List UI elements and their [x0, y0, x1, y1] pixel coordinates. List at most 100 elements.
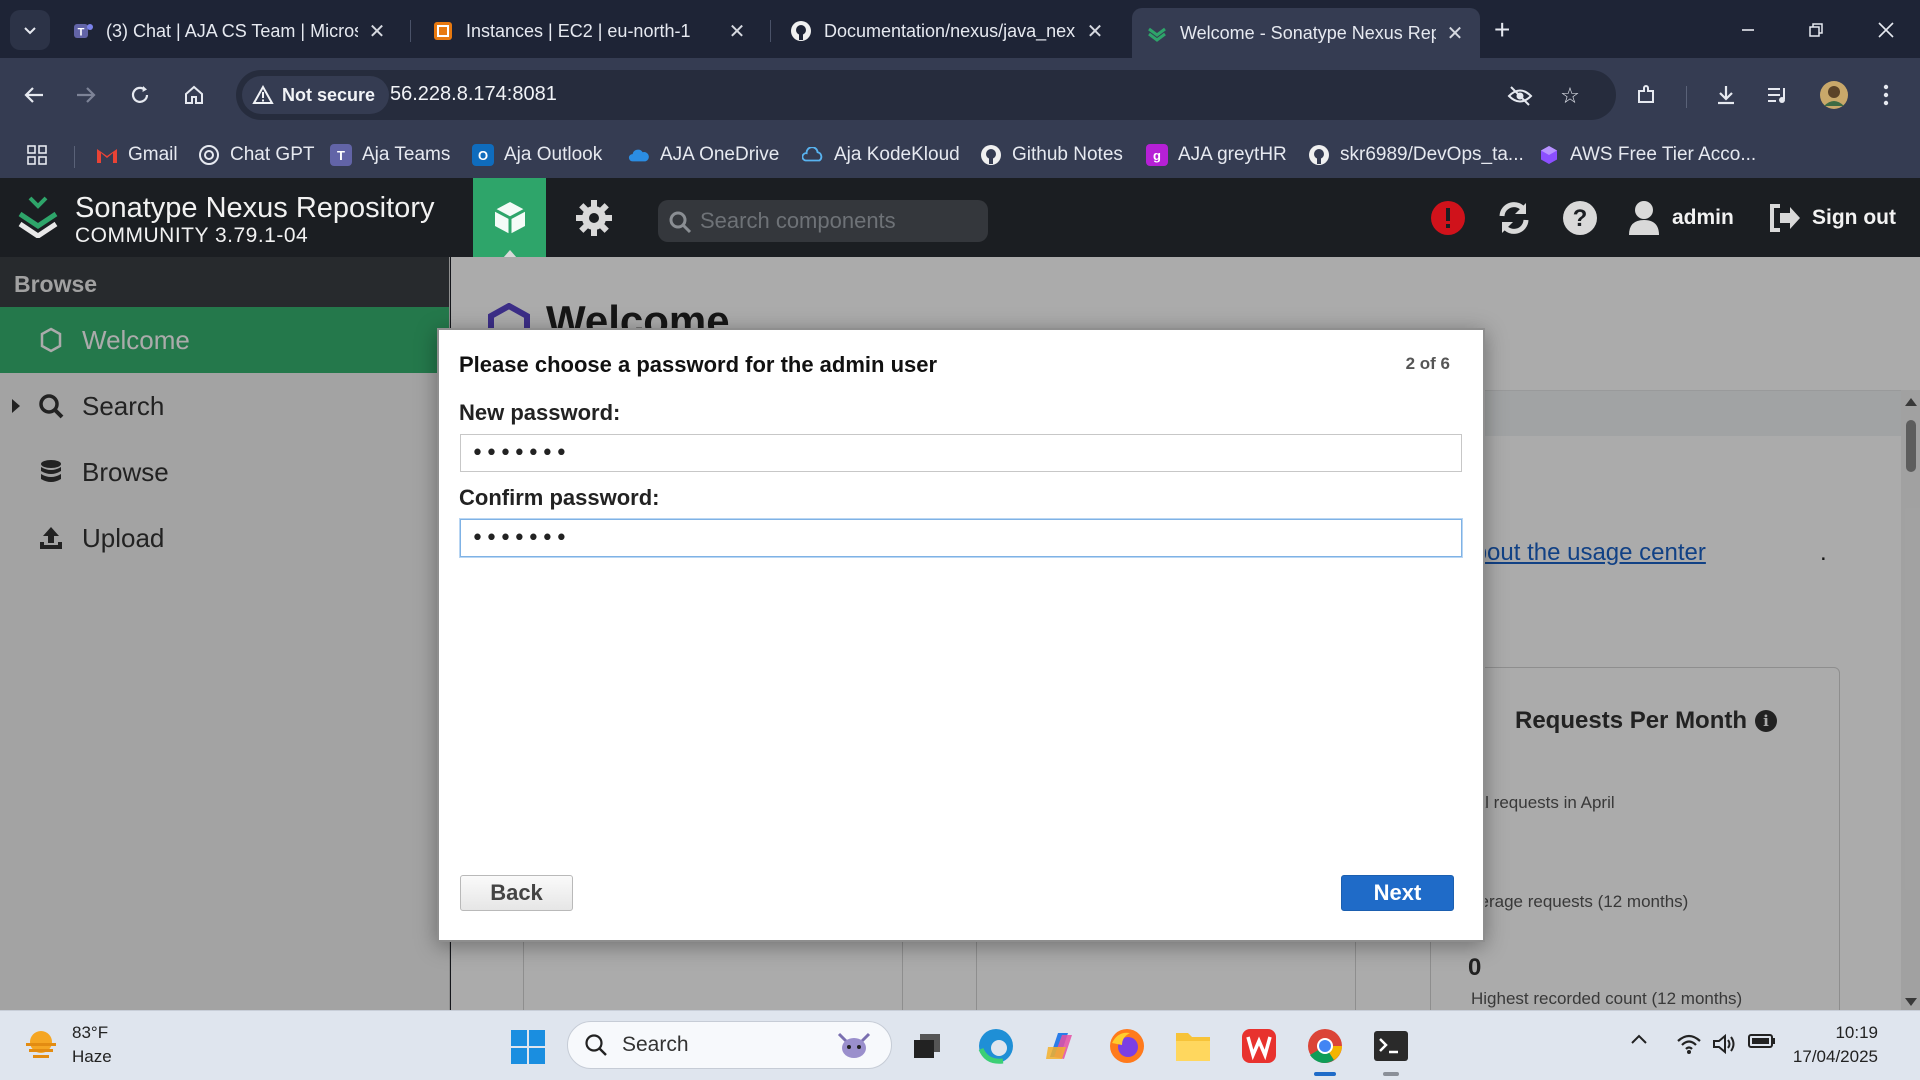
back-arrow-icon[interactable]: [14, 75, 54, 115]
tab-title: (3) Chat | AJA CS Team | Microso: [106, 20, 358, 41]
bookmark-devops-repo[interactable]: skr6989/DevOps_ta...: [1308, 140, 1524, 170]
task-view-icon[interactable]: [906, 1025, 948, 1067]
bookmark-label: AWS Free Tier Acco...: [1570, 144, 1757, 165]
search-highlight-icon: [837, 1032, 871, 1058]
new-password-label: New password:: [459, 400, 621, 425]
bookmark-github-notes[interactable]: Github Notes: [980, 140, 1123, 170]
svg-text:?: ?: [1573, 205, 1588, 232]
weather-temperature: 83°F: [72, 1023, 109, 1042]
wifi-icon[interactable]: [1676, 1033, 1702, 1055]
sign-out-label: Sign out: [1812, 206, 1896, 229]
confirm-password-label: Confirm password:: [459, 485, 660, 510]
component-search[interactable]: [658, 200, 988, 242]
tab-title: Welcome - Sonatype Nexus Rep: [1180, 22, 1436, 43]
bookmarks-bar: Gmail Chat GPT T Aja Teams O Aja Outlook…: [0, 132, 1920, 178]
browser-tab[interactable]: T (3) Chat | AJA CS Team | Microso ✕: [58, 10, 402, 52]
teams-icon: T: [330, 144, 352, 166]
github-icon: [1308, 144, 1330, 166]
terminal-icon[interactable]: [1370, 1025, 1412, 1076]
kodekloud-icon: [802, 144, 824, 166]
download-icon[interactable]: [1706, 75, 1746, 115]
eye-slash-icon[interactable]: [1506, 82, 1534, 110]
taskbar-search-placeholder: Search: [622, 1033, 689, 1056]
teams-icon: T: [72, 20, 94, 42]
sonatype-logo-icon: [18, 196, 58, 238]
star-icon[interactable]: ☆: [1556, 82, 1584, 110]
back-button[interactable]: Back: [460, 875, 573, 911]
confirm-password-field[interactable]: [460, 519, 1462, 557]
help-icon[interactable]: ?: [1560, 198, 1600, 238]
windows-taskbar: 83°F Haze Search 10:19 17/04/2025: [0, 1010, 1920, 1080]
product-edition: COMMUNITY 3.79.1-04: [75, 224, 309, 247]
close-icon[interactable]: ✕: [1084, 19, 1106, 44]
browser-tab-active[interactable]: Welcome - Sonatype Nexus Rep ✕: [1132, 8, 1480, 58]
bookmark-label: Chat GPT: [230, 144, 315, 165]
bookmark-label: AJA greytHR: [1178, 144, 1287, 165]
battery-icon[interactable]: [1748, 1033, 1776, 1049]
browser-tab[interactable]: Instances | EC2 | eu-north-1 ✕: [418, 10, 762, 52]
svg-text:T: T: [78, 27, 85, 39]
bookmark-aja-teams[interactable]: T Aja Teams: [330, 140, 450, 170]
file-explorer-icon[interactable]: [1172, 1025, 1214, 1067]
forward-arrow-icon[interactable]: [66, 75, 106, 115]
apps-grid-icon[interactable]: [26, 140, 48, 170]
bookmark-aja-kodekloud[interactable]: Aja KodeKloud: [802, 140, 960, 170]
sign-out-button[interactable]: Sign out: [1768, 198, 1896, 238]
profile-avatar[interactable]: [1814, 75, 1854, 115]
bookmark-aja-outlook[interactable]: O Aja Outlook: [472, 140, 602, 170]
aws-icon: [1538, 144, 1560, 166]
system-clock[interactable]: 10:19 17/04/2025: [1793, 1021, 1878, 1069]
search-components-input[interactable]: [700, 200, 980, 242]
volume-icon[interactable]: [1712, 1033, 1738, 1055]
bookmark-aja-onedrive[interactable]: AJA OneDrive: [628, 140, 779, 170]
more-vert-icon[interactable]: [1866, 75, 1906, 115]
bookmark-label: AJA OneDrive: [660, 144, 780, 165]
firefox-icon[interactable]: [1106, 1025, 1148, 1067]
bookmark-chatgpt[interactable]: Chat GPT: [198, 140, 314, 170]
media-control-icon[interactable]: [1758, 75, 1798, 115]
nexus-header: Sonatype Nexus Repository COMMUNITY 3.79…: [0, 178, 1920, 258]
windows-start-icon[interactable]: [510, 1029, 546, 1065]
tab-title: Documentation/nexus/java_nex: [824, 20, 1076, 41]
user-menu[interactable]: admin: [1628, 198, 1734, 238]
weather-widget[interactable]: 83°F Haze: [24, 1021, 112, 1069]
bookmark-aws-free-tier[interactable]: AWS Free Tier Acco...: [1538, 140, 1756, 170]
close-icon[interactable]: ✕: [726, 19, 748, 44]
alert-icon[interactable]: [1428, 198, 1468, 238]
copilot-icon[interactable]: [1040, 1025, 1082, 1067]
user-icon: [1629, 201, 1659, 235]
address-bar[interactable]: Not secure 56.228.8.174:8081 ☆: [236, 70, 1616, 120]
bookmark-gmail[interactable]: Gmail: [96, 140, 178, 170]
browser-tab[interactable]: Documentation/nexus/java_nex ✕: [776, 10, 1120, 52]
close-icon[interactable]: ✕: [1444, 21, 1466, 46]
security-chip[interactable]: Not secure: [242, 76, 390, 114]
chrome-icon[interactable]: [1304, 1025, 1346, 1076]
github-icon: [980, 144, 1002, 166]
extensions-icon[interactable]: [1626, 75, 1666, 115]
refresh-icon[interactable]: [1494, 198, 1534, 238]
outlook-icon: O: [472, 144, 494, 166]
url-text[interactable]: 56.228.8.174:8081: [390, 83, 557, 106]
tab-search-button[interactable]: [10, 10, 50, 50]
bookmark-label: Aja Outlook: [504, 144, 603, 165]
nexus-icon: [1146, 22, 1168, 44]
close-window-icon[interactable]: [1858, 8, 1914, 52]
minimize-icon[interactable]: [1720, 8, 1776, 52]
bookmarks-divider: [74, 146, 75, 168]
gear-icon[interactable]: [574, 198, 614, 238]
chevron-down-icon: [24, 27, 36, 35]
close-icon[interactable]: ✕: [366, 19, 388, 44]
show-hidden-icons-chevron-up-icon[interactable]: [1630, 1033, 1648, 1045]
reload-icon[interactable]: [120, 75, 160, 115]
new-tab-plus-icon[interactable]: +: [1494, 14, 1510, 46]
edge-browser-icon[interactable]: [975, 1025, 1017, 1067]
bookmark-aja-greythr[interactable]: g AJA greytHR: [1146, 140, 1287, 170]
taskbar-search[interactable]: Search: [567, 1021, 892, 1069]
browse-mode-button[interactable]: [473, 178, 546, 258]
next-button[interactable]: Next: [1341, 875, 1454, 911]
new-password-field[interactable]: [460, 434, 1462, 472]
restore-icon[interactable]: [1788, 8, 1844, 52]
tab-title: Instances | EC2 | eu-north-1: [466, 20, 691, 41]
home-icon[interactable]: [174, 75, 214, 115]
wps-office-icon[interactable]: [1238, 1025, 1280, 1067]
